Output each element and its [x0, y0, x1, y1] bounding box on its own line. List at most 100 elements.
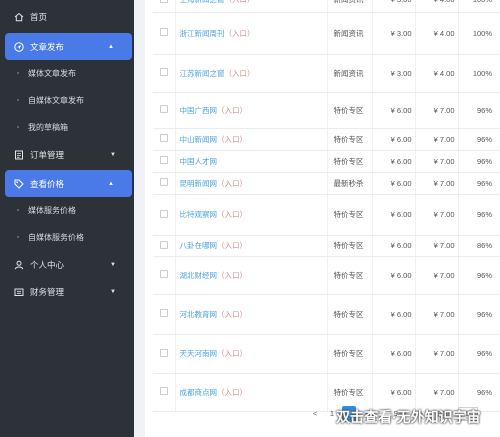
nav-personal-label: 个人中心 [30, 260, 65, 270]
category-cell: 特价专区 [327, 194, 373, 236]
percent-cell: 86% [458, 235, 500, 257]
chevron-down-icon: ▼ [110, 262, 116, 268]
chevron-down-icon: ▼ [110, 289, 116, 295]
bullet-icon [17, 72, 19, 74]
row-checkbox[interactable] [159, 68, 168, 76]
site-cell: 浙江新闻周刊（入口） [175, 12, 328, 55]
row-checkbox-cell [153, 235, 176, 257]
site-link[interactable]: 比特观察网 [180, 210, 218, 219]
entry-link[interactable]: （入口） [225, 29, 255, 38]
sidebar: 首页 文章发布 ▲ 媒体文章发布 自媒体文章发布 我的草稿箱 订单管理 ▼ 查看… [0, 0, 134, 437]
site-link[interactable]: 上海新闻之窗 [180, 0, 225, 4]
site-link[interactable]: 中国人才网 [180, 157, 218, 166]
table-row: 中国广西网（入口） 特价专区 ¥ 6.00 ¥ 7.00 96% [153, 92, 500, 129]
row-checkbox[interactable] [159, 240, 168, 249]
wallet-icon [13, 287, 24, 298]
entry-link[interactable]: （入口） [217, 210, 247, 219]
entry-link[interactable]: （入口） [217, 271, 247, 280]
row-checkbox[interactable] [159, 387, 168, 395]
nav-personal[interactable]: 个人中心 ▼ [0, 253, 134, 277]
prev-page-button[interactable]: < [308, 406, 322, 422]
bullet-icon [17, 209, 19, 211]
document-icon [13, 150, 24, 161]
nav-home[interactable]: 首页 [0, 5, 134, 29]
table-row: 比特观察网（入口） 特价专区 ¥ 6.00 ¥ 7.00 96% [153, 194, 500, 236]
site-link[interactable]: 成都商点网 [180, 388, 218, 397]
percent-cell: 96% [458, 334, 500, 374]
site-link[interactable]: 江苏新闻之窗 [180, 69, 225, 78]
site-link[interactable]: 昆明新闻网 [180, 179, 218, 188]
row-checkbox-cell [153, 150, 176, 173]
percent-cell: 100% [458, 54, 500, 93]
table-row: 昆明新闻网（入口） 最新秒杀 ¥ 6.00 ¥ 7.00 96% [153, 172, 500, 195]
site-link[interactable]: 河北教育网 [180, 310, 218, 319]
nav-media-prices[interactable]: 媒体服务价格 [0, 199, 134, 221]
row-checkbox[interactable] [159, 309, 168, 317]
site-link[interactable]: 八卦在哪网 [180, 241, 218, 250]
entry-link[interactable]: （入口） [217, 135, 247, 144]
nav-self-media-publish-label: 自媒体文章发布 [28, 95, 84, 105]
price-cell: ¥ 6.00 [372, 334, 416, 374]
nav-prices[interactable]: 查看价格 ▲ [5, 170, 132, 197]
site-cell: 河北教育网（入口） [175, 294, 328, 335]
nav-self-media-publish[interactable]: 自媒体文章发布 [0, 89, 134, 111]
row-checkbox[interactable] [159, 134, 168, 142]
percent-cell: 96% [458, 194, 500, 236]
price-cell: ¥ 7.00 [415, 294, 459, 335]
chevron-down-icon: ▼ [110, 152, 116, 158]
entry-link[interactable]: （入口） [225, 69, 255, 78]
site-link[interactable]: 湖北财经网 [180, 271, 218, 280]
nav-media-publish[interactable]: 媒体文章发布 [0, 62, 134, 84]
site-cell: 江苏新闻之窗（入口） [175, 54, 328, 93]
entry-link[interactable]: （入口） [225, 0, 255, 4]
nav-self-media-prices[interactable]: 自媒体服务价格 [0, 226, 134, 248]
nav-home-label: 首页 [30, 12, 48, 22]
price-cell: ¥ 6.00 [372, 235, 416, 257]
row-checkbox[interactable] [159, 28, 168, 36]
nav-article-publish[interactable]: 文章发布 ▲ [5, 33, 132, 60]
row-checkbox[interactable] [159, 209, 168, 218]
nav-drafts[interactable]: 我的草稿箱 [0, 116, 134, 138]
site-link[interactable]: 天天河南网 [180, 349, 218, 358]
price-cell: ¥ 4.00 [415, 12, 459, 55]
category-cell: 特价专区 [327, 92, 373, 129]
entry-link[interactable]: （入口） [217, 310, 247, 319]
site-link[interactable]: 中山新闻网 [180, 135, 218, 144]
percent-cell: 96% [458, 92, 500, 129]
site-cell: 湖北财经网（入口） [175, 256, 328, 295]
percent-cell: 96% [458, 128, 500, 151]
row-checkbox-cell [153, 128, 176, 151]
price-cell: ¥ 7.00 [415, 194, 459, 236]
row-checkbox[interactable] [159, 270, 168, 278]
row-checkbox[interactable] [159, 178, 168, 186]
tag-icon [13, 178, 24, 189]
entry-link[interactable]: （入口） [217, 349, 247, 358]
site-link[interactable]: 浙江新闻周刊 [180, 29, 225, 38]
site-link[interactable]: 中国广西网 [180, 106, 218, 115]
row-checkbox[interactable] [159, 105, 168, 113]
site-cell: 中国人才网 [175, 150, 328, 173]
row-checkbox[interactable] [159, 156, 168, 164]
category-cell: 新闻资讯 [327, 12, 373, 55]
nav-finance-label: 财务管理 [30, 287, 65, 297]
price-cell: ¥ 4.00 [415, 0, 459, 13]
nav-finance[interactable]: 财务管理 ▼ [0, 280, 134, 304]
price-cell: ¥ 7.00 [415, 128, 459, 151]
price-cell: ¥ 6.00 [372, 92, 416, 129]
entry-link[interactable]: （入口） [217, 179, 247, 188]
price-cell: ¥ 7.00 [415, 150, 459, 173]
category-cell: 最新秒杀 [327, 172, 373, 195]
entry-link[interactable]: （入口） [217, 241, 247, 250]
nav-orders[interactable]: 订单管理 ▼ [0, 143, 134, 167]
entry-link[interactable]: （入口） [217, 388, 247, 397]
row-checkbox-cell [153, 172, 176, 195]
percent-cell: 96% [458, 294, 500, 335]
table-row: 浙江新闻周刊（入口） 新闻资讯 ¥ 3.00 ¥ 4.00 100% [153, 12, 500, 55]
row-checkbox[interactable] [159, 0, 168, 3]
table-row: 江苏新闻之窗（入口） 新闻资讯 ¥ 3.00 ¥ 4.00 100% [153, 54, 500, 93]
entry-link[interactable]: （入口） [217, 106, 247, 115]
row-checkbox[interactable] [159, 348, 168, 357]
percent-cell: 96% [458, 172, 500, 195]
percent-cell: 96% [458, 150, 500, 173]
table-row: 上海新闻之窗（入口）新闻资讯¥ 3.00¥ 4.00100% [153, 0, 500, 13]
